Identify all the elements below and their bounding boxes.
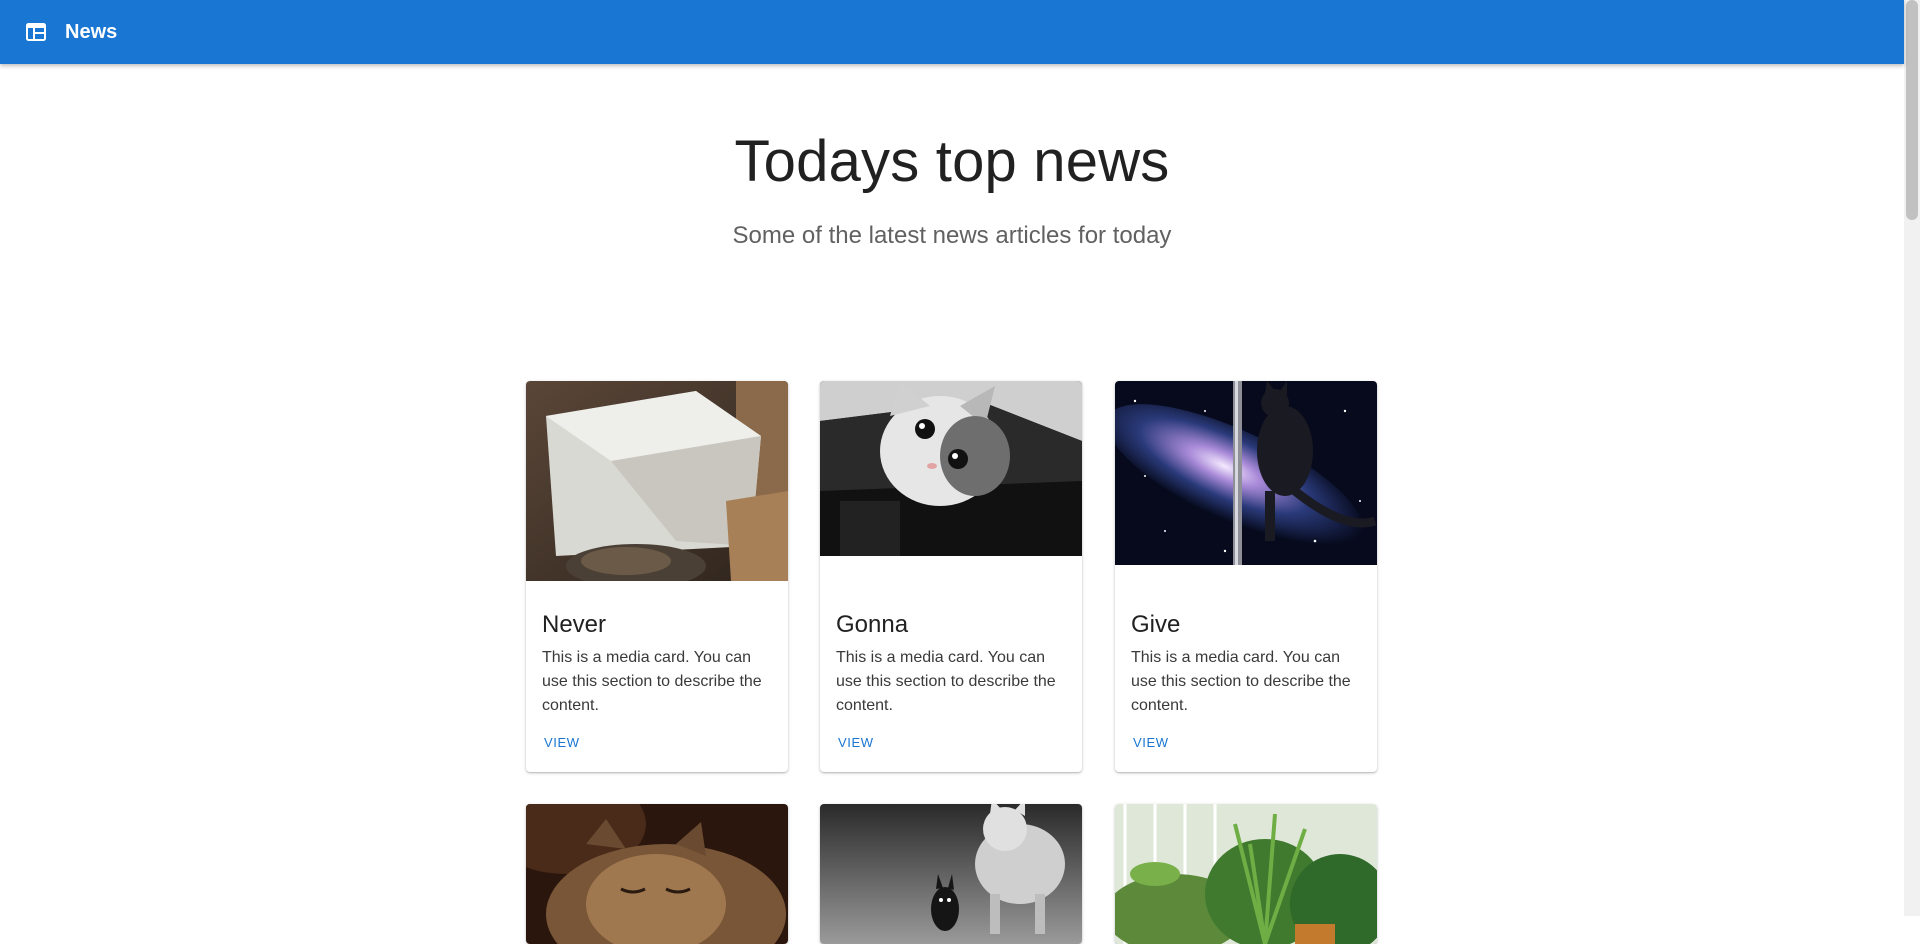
view-quilt-icon[interactable] <box>25 21 47 43</box>
app-bar: News <box>0 0 1904 64</box>
view-button[interactable]: VIEW <box>534 727 590 758</box>
kitten-closeup-image <box>820 381 1082 556</box>
garden-plants-image <box>1115 804 1377 944</box>
news-card <box>1115 804 1377 944</box>
card-title: Give <box>1131 611 1181 638</box>
scrollbar-thumb[interactable] <box>1906 0 1918 220</box>
news-card <box>820 804 1082 944</box>
card-title: Never <box>542 611 607 638</box>
sleeping-kitten-image <box>526 804 788 944</box>
news-card: Never This is a media card. You can use … <box>526 381 788 772</box>
card-description: This is a media card. You can use this s… <box>836 649 1056 714</box>
app-title: News <box>65 20 118 43</box>
card-description: This is a media card. You can use this s… <box>542 649 762 714</box>
card-title: Gonna <box>836 611 909 638</box>
news-card: Give This is a media card. You can use t… <box>1115 381 1377 772</box>
news-card: Gonna This is a media card. You can use … <box>820 381 1082 772</box>
page-subtitle: Some of the latest news articles for tod… <box>732 222 1172 249</box>
scrollbar-track[interactable] <box>1904 0 1920 916</box>
view-button[interactable]: VIEW <box>828 727 884 758</box>
news-card <box>526 804 788 944</box>
page-title: Todays top news <box>734 129 1170 194</box>
cat-with-totoro-bw-image <box>820 804 1082 944</box>
cat-on-pole-galaxy-image <box>1115 381 1377 565</box>
view-button[interactable]: VIEW <box>1123 727 1179 758</box>
card-description: This is a media card. You can use this s… <box>1131 649 1351 714</box>
cat-in-box-image <box>526 381 788 581</box>
